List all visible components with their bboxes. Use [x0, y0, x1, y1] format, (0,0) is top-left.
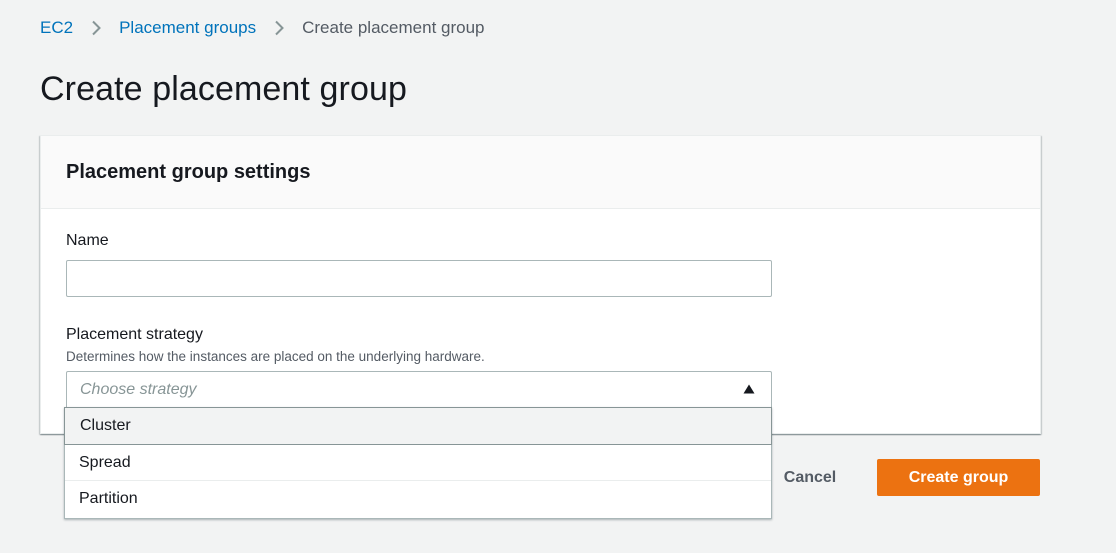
settings-container: Placement group settings Name Placement … [40, 135, 1041, 434]
page-title: Create placement group [40, 70, 407, 108]
placement-strategy-select[interactable]: Choose strategy [66, 371, 772, 408]
cancel-button[interactable]: Cancel [770, 459, 850, 496]
select-placeholder: Choose strategy [80, 380, 197, 398]
create-placement-group-page: EC2 Placement groups Create placement gr… [0, 0, 1116, 553]
settings-title: Placement group settings [66, 160, 311, 183]
placement-strategy-label: Placement strategy [66, 326, 203, 343]
breadcrumb-placement-groups[interactable]: Placement groups [119, 18, 256, 38]
settings-header: Placement group settings [41, 136, 1040, 209]
name-label: Name [66, 232, 109, 249]
strategy-dropdown-list: Cluster Spread Partition [64, 407, 772, 519]
option-spread[interactable]: Spread [65, 445, 771, 481]
option-cluster[interactable]: Cluster [64, 407, 772, 445]
breadcrumb-ec2[interactable]: EC2 [40, 18, 73, 38]
name-input[interactable] [66, 260, 772, 297]
breadcrumb: EC2 Placement groups Create placement gr… [40, 17, 485, 39]
caret-up-icon [743, 381, 755, 399]
breadcrumb-current: Create placement group [302, 18, 485, 37]
chevron-right-icon [73, 17, 119, 39]
placement-strategy-description: Determines how the instances are placed … [66, 349, 485, 364]
chevron-right-icon [256, 17, 302, 39]
option-partition[interactable]: Partition [65, 481, 771, 517]
create-group-button[interactable]: Create group [877, 459, 1040, 496]
